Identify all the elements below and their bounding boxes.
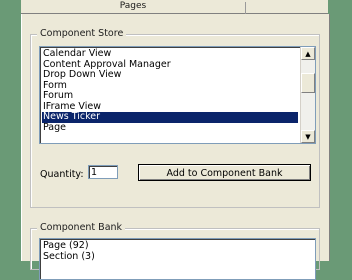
list-item-selected[interactable]: News Ticker: [42, 111, 298, 123]
list-item[interactable]: Form: [42, 80, 298, 92]
list-item[interactable]: Calendar View: [42, 48, 298, 60]
component-store-listbox[interactable]: Calendar View Content Approval Manager D…: [39, 46, 316, 144]
arrow-up-icon: ▲: [305, 49, 311, 58]
component-store-scrollbar[interactable]: ▲ ▼: [300, 47, 315, 143]
tab-divider: [245, 2, 246, 14]
list-item[interactable]: Drop Down View: [42, 69, 298, 81]
component-bank-items: Page (92) Section (3): [42, 240, 298, 263]
pages-panel: Component Store Calendar View Content Ap…: [21, 14, 330, 280]
quantity-input[interactable]: 1: [88, 165, 118, 179]
component-store-group: Component Store Calendar View Content Ap…: [30, 28, 320, 208]
right-background: [330, 0, 352, 261]
list-item[interactable]: Page (92): [42, 240, 298, 252]
scroll-up-button[interactable]: ▲: [301, 47, 315, 60]
scroll-thumb[interactable]: [301, 73, 315, 93]
component-store-label: Component Store: [37, 28, 127, 39]
quantity-label: Quantity:: [40, 169, 84, 180]
list-item[interactable]: Page: [42, 122, 298, 134]
component-store-items: Calendar View Content Approval Manager D…: [42, 48, 298, 134]
add-to-component-bank-button[interactable]: Add to Component Bank: [138, 164, 311, 181]
component-bank-group: Component Bank Page (92) Section (3): [30, 222, 320, 280]
list-item[interactable]: Forum: [42, 90, 298, 102]
arrow-down-icon: ▼: [305, 132, 311, 141]
component-bank-label: Component Bank: [37, 222, 126, 233]
window-background: Pages Component Store Calendar View Cont…: [0, 0, 352, 280]
list-item[interactable]: Section (3): [42, 251, 298, 263]
scroll-down-button[interactable]: ▼: [301, 130, 315, 143]
component-bank-listbox[interactable]: Page (92) Section (3): [39, 238, 316, 280]
tab-pages[interactable]: Pages: [21, 0, 245, 13]
